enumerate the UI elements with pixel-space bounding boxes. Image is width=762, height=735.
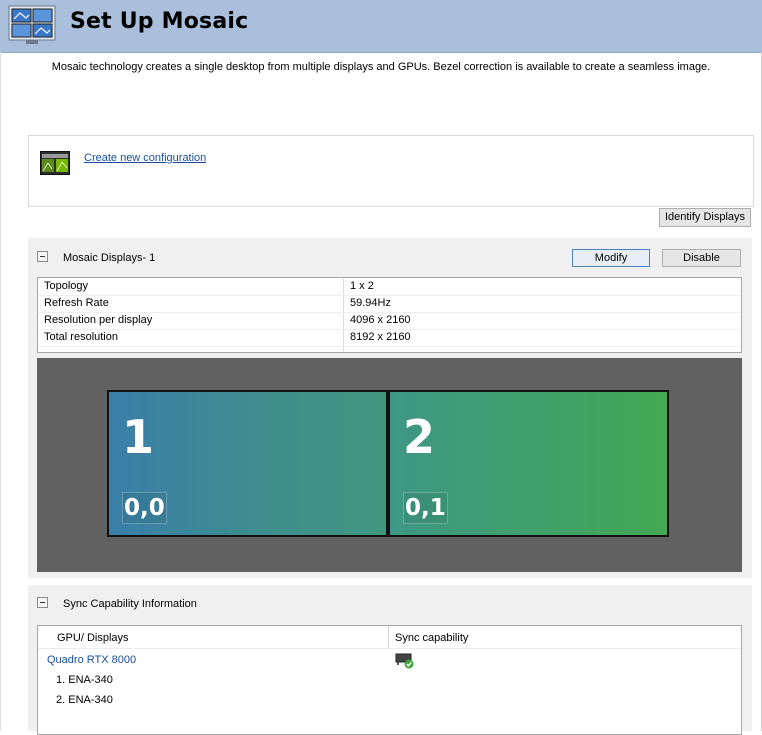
property-value: 59.94Hz xyxy=(350,297,391,309)
display-tile-1[interactable]: 1 0,0 xyxy=(107,390,388,537)
sync-capability-section: Sync Capability Information GPU/ Display… xyxy=(28,585,752,735)
sync-capability-table: GPU/ Displays Sync capability Quadro RTX… xyxy=(37,625,742,735)
property-value: 1 x 2 xyxy=(350,280,374,292)
table-row: Refresh Rate 59.94Hz xyxy=(38,295,741,313)
header-divider xyxy=(38,648,741,649)
property-name: Resolution per display xyxy=(44,314,153,326)
table-row: Total resolution 8192 x 2160 xyxy=(38,329,741,347)
table-row: Resolution per display 4096 x 2160 xyxy=(38,312,741,330)
display-layout-canvas: 1 0,0 2 0,1 xyxy=(37,358,742,572)
mosaic-displays-icon xyxy=(8,5,56,45)
property-name: Refresh Rate xyxy=(44,297,109,309)
display-number: 2 xyxy=(403,410,436,464)
display-coordinate: 0,1 xyxy=(403,492,448,524)
gpu-name: Quadro RTX 8000 xyxy=(47,654,137,666)
header-bar: Set Up Mosaic xyxy=(0,0,762,53)
list-item: 1. ENA-340 xyxy=(56,674,113,686)
create-new-configuration-link[interactable]: Create new configuration xyxy=(84,152,206,164)
modify-button[interactable]: Modify xyxy=(572,249,650,267)
sync-capability-heading: Sync Capability Information xyxy=(63,598,197,610)
disable-button[interactable]: Disable xyxy=(662,249,741,267)
property-value: 4096 x 2160 xyxy=(350,314,411,326)
column-header-sync[interactable]: Sync capability xyxy=(395,632,468,644)
column-header-gpu[interactable]: GPU/ Displays xyxy=(57,632,129,644)
display-number: 1 xyxy=(122,410,155,464)
property-name: Topology xyxy=(44,280,89,292)
page-title: Set Up Mosaic xyxy=(70,9,249,34)
list-item: 2. ENA-340 xyxy=(56,694,113,706)
table-row: Topology 1 x 2 xyxy=(38,278,741,296)
create-config-panel: Create new configuration xyxy=(28,135,754,207)
left-border xyxy=(0,52,1,731)
mosaic-config-icon xyxy=(40,151,70,175)
identify-displays-button[interactable]: Identify Displays xyxy=(659,208,751,227)
collapse-icon[interactable] xyxy=(37,597,48,608)
property-name: Total resolution xyxy=(44,331,118,343)
display-tile-2[interactable]: 2 0,1 xyxy=(388,390,669,537)
column-divider xyxy=(388,626,389,648)
property-value: 8192 x 2160 xyxy=(350,331,411,343)
sync-ok-icon xyxy=(395,652,415,669)
display-coordinate: 0,0 xyxy=(122,492,167,524)
mosaic-properties-table: Topology 1 x 2 Refresh Rate 59.94Hz Reso… xyxy=(37,277,742,353)
collapse-icon[interactable] xyxy=(37,251,48,262)
mosaic-displays-section: Mosaic Displays- 1 Modify Disable Topolo… xyxy=(28,238,752,578)
mosaic-displays-heading: Mosaic Displays- 1 xyxy=(63,252,156,264)
page-description: Mosaic technology creates a single deskt… xyxy=(51,61,711,73)
